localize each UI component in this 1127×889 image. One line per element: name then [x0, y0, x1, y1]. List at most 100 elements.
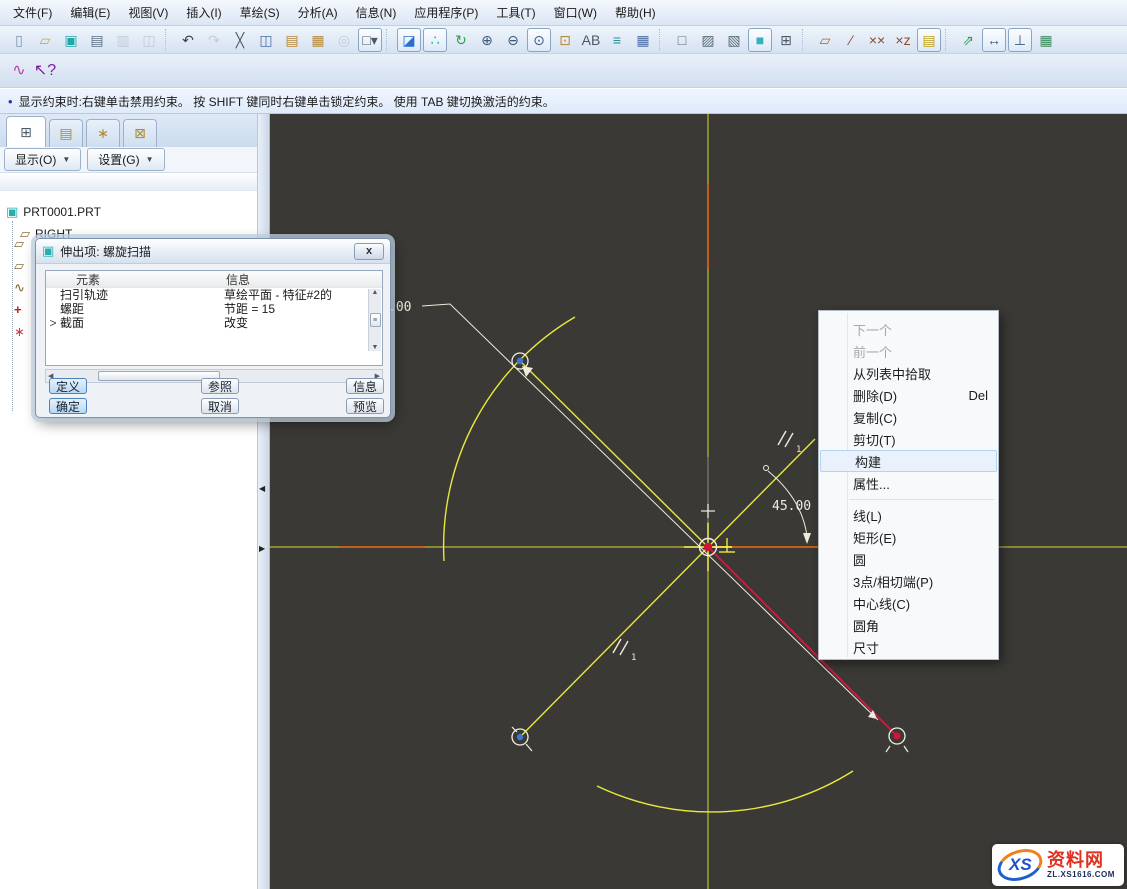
- context-item-3point-tangent[interactable]: 3点/相切端(P): [819, 570, 998, 592]
- menubar-item-applications[interactable]: 应用程序(P): [405, 0, 487, 25]
- paste-icon[interactable]: ▤: [280, 28, 304, 52]
- context-item-circle[interactable]: 圆: [819, 548, 998, 570]
- panel-splitter[interactable]: ◀ ▶: [258, 114, 270, 889]
- angle-dimension-text[interactable]: 45.00: [772, 499, 811, 514]
- no-hidden-icon[interactable]: ▧: [722, 28, 746, 52]
- define-button[interactable]: 定义: [49, 378, 87, 394]
- context-item-dimension[interactable]: 尺寸: [819, 636, 998, 658]
- vertex-display-icon[interactable]: ××: [865, 28, 889, 52]
- paste-special-icon[interactable]: ▦: [306, 28, 330, 52]
- context-item-cut[interactable]: 剪切(T): [819, 428, 998, 450]
- cut-icon[interactable]: ╳: [228, 28, 252, 52]
- tab-favorites[interactable]: ∗: [86, 119, 120, 147]
- scrollbar-thumb[interactable]: ≡: [370, 313, 381, 327]
- hidden-line-icon[interactable]: ▨: [696, 28, 720, 52]
- datum-plane-icon[interactable]: ▱: [14, 236, 25, 249]
- settings-dropdown-button[interactable]: 设置(G) ▼: [87, 148, 164, 171]
- menubar-item-sketch[interactable]: 草绘(S): [231, 0, 289, 25]
- sketch-diagnostics-icon[interactable]: ∿: [7, 59, 31, 83]
- table-row[interactable]: > 截面 改变: [46, 316, 382, 330]
- tab-connections[interactable]: ⊠: [123, 119, 157, 147]
- context-item-rectangle[interactable]: 矩形(E): [819, 526, 998, 548]
- print-icon[interactable]: ▤: [85, 28, 109, 52]
- context-item-pick-from-list[interactable]: 从列表中拾取: [819, 362, 998, 384]
- wireframe-icon[interactable]: □: [670, 28, 694, 52]
- context-item-line[interactable]: 线(L): [819, 504, 998, 526]
- sketch-vertex-active[interactable]: [886, 728, 908, 752]
- view-manager-icon[interactable]: ▦: [631, 28, 655, 52]
- context-item-properties[interactable]: 属性...: [819, 472, 998, 494]
- tree-root-row[interactable]: ▣ PRT0001.PRT: [6, 201, 257, 223]
- zoom-in-icon[interactable]: ⊕: [475, 28, 499, 52]
- tab-model-tree[interactable]: ⊞: [6, 116, 46, 147]
- zoom-out-icon[interactable]: ⊖: [501, 28, 525, 52]
- constraint-toggle-icon[interactable]: ⊥: [1008, 28, 1032, 52]
- table-row[interactable]: 扫引轨迹 草绘平面 - 特征#2的: [46, 288, 382, 302]
- menubar-item-file[interactable]: 文件(F): [4, 0, 61, 25]
- find-icon[interactable]: ◎: [332, 28, 356, 52]
- sketch-line-lower-left[interactable]: [520, 439, 815, 737]
- scroll-down-icon[interactable]: ▼: [372, 344, 379, 351]
- close-icon[interactable]: x: [354, 243, 384, 260]
- grid-toggle-icon[interactable]: ▦: [1034, 28, 1058, 52]
- copy-icon[interactable]: ◫: [254, 28, 278, 52]
- sketch-vertex[interactable]: [512, 727, 532, 751]
- expand-right-icon[interactable]: ▶: [259, 544, 265, 553]
- note-display-icon[interactable]: ▤: [917, 28, 941, 52]
- refit-icon[interactable]: ⊡: [553, 28, 577, 52]
- context-item-centerline[interactable]: 中心线(C): [819, 592, 998, 614]
- menubar-item-tools[interactable]: 工具(T): [487, 0, 544, 25]
- dim-display-icon[interactable]: ▱: [813, 28, 837, 52]
- dim-toggle-icon[interactable]: ↔: [982, 28, 1006, 52]
- collapse-left-icon[interactable]: ◀: [259, 484, 265, 493]
- undo-icon[interactable]: ↶: [176, 28, 200, 52]
- save-icon[interactable]: ▣: [59, 28, 83, 52]
- scroll-up-icon[interactable]: ▲: [372, 289, 379, 296]
- sketch-vertex[interactable]: [512, 353, 528, 369]
- annotation-icon[interactable]: AB: [579, 28, 603, 52]
- context-item-next[interactable]: 下一个: [819, 318, 998, 340]
- menubar-item-analysis[interactable]: 分析(A): [289, 0, 347, 25]
- sketch-view-icon[interactable]: ◪: [397, 28, 421, 52]
- context-item-fillet[interactable]: 圆角: [819, 614, 998, 636]
- sketch-arc-bottom[interactable]: [597, 771, 853, 812]
- menubar-item-insert[interactable]: 插入(I): [177, 0, 230, 25]
- vertical-scrollbar[interactable]: ▲ ≡ ▼: [368, 289, 381, 351]
- csys-display-icon[interactable]: ×z: [891, 28, 915, 52]
- menubar-item-edit[interactable]: 编辑(E): [61, 0, 119, 25]
- context-item-construction[interactable]: 构建: [820, 450, 997, 472]
- show-dropdown-button[interactable]: 显示(O) ▼: [4, 148, 81, 171]
- layers-icon[interactable]: ≡: [605, 28, 629, 52]
- csys-icon[interactable]: +: [14, 302, 25, 315]
- shaded-icon[interactable]: ■: [748, 28, 772, 52]
- preview-button[interactable]: 预览: [346, 398, 384, 414]
- context-help-icon[interactable]: ↖?: [33, 59, 57, 83]
- feature-in-progress-icon[interactable]: ∗: [14, 324, 25, 337]
- spin-center-icon[interactable]: ↻: [449, 28, 473, 52]
- menubar-item-help[interactable]: 帮助(H): [606, 0, 665, 25]
- open-icon[interactable]: ▱: [33, 28, 57, 52]
- sketch-arc-left[interactable]: [444, 317, 575, 561]
- select-box-icon[interactable]: □▾: [358, 28, 382, 52]
- refs-button[interactable]: 参照: [201, 378, 239, 394]
- ok-button[interactable]: 确定: [49, 398, 87, 414]
- redo-icon[interactable]: ↷: [202, 28, 226, 52]
- new-file-icon[interactable]: ▯: [7, 28, 31, 52]
- dialog-titlebar[interactable]: ▣ 伸出项: 螺旋扫描 x: [36, 239, 390, 264]
- info-button[interactable]: 信息: [346, 378, 384, 394]
- model-tree-toggle-icon[interactable]: ⊞: [774, 28, 798, 52]
- context-item-delete[interactable]: 删除(D) Del: [819, 384, 998, 406]
- cancel-button[interactable]: 取消: [201, 398, 239, 414]
- print-preview-icon[interactable]: ▥: [111, 28, 135, 52]
- axis-display-icon[interactable]: ⁄: [839, 28, 863, 52]
- sketch-line-upper-left[interactable]: [520, 361, 708, 547]
- context-item-previous[interactable]: 前一个: [819, 340, 998, 362]
- menubar-item-info[interactable]: 信息(N): [347, 0, 406, 25]
- mail-link-icon[interactable]: ◫: [137, 28, 161, 52]
- length-dimension-text[interactable]: .00: [388, 300, 411, 315]
- menubar-item-view[interactable]: 视图(V): [119, 0, 177, 25]
- menubar-item-window[interactable]: 窗口(W): [545, 0, 606, 25]
- tab-folder-browser[interactable]: ▤: [49, 119, 83, 147]
- zoom-fit-icon[interactable]: ⊙: [527, 28, 551, 52]
- table-row[interactable]: 螺距 节距 = 15: [46, 302, 382, 316]
